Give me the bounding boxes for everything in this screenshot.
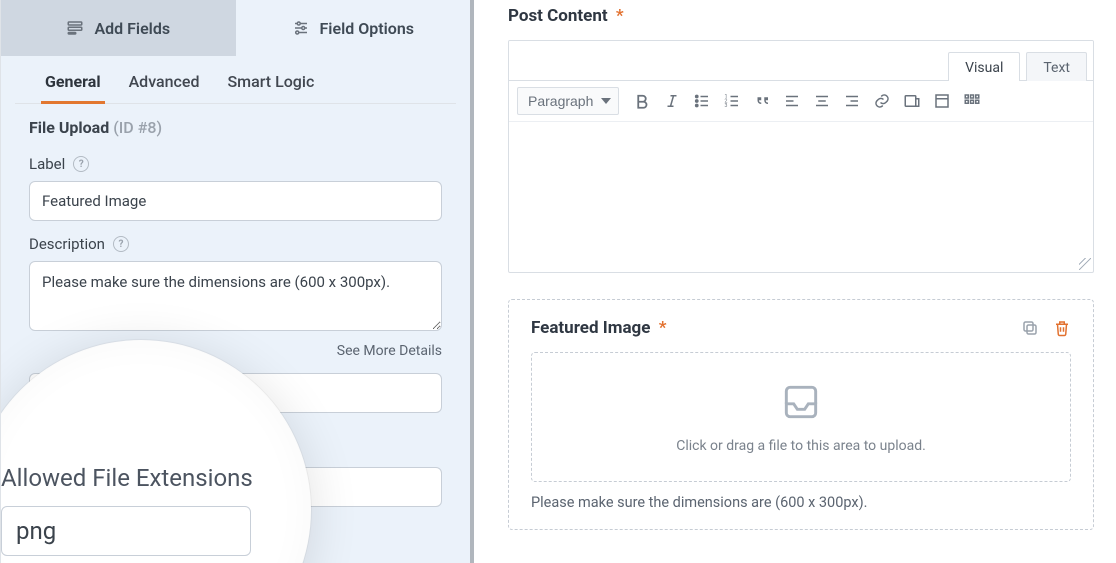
see-more-details-link[interactable]: See More Details	[29, 343, 442, 359]
field-id: (ID #8)	[113, 118, 162, 137]
number-list-icon[interactable]: 123	[719, 88, 745, 114]
help-icon[interactable]: ?	[73, 156, 89, 172]
tab-field-options-label: Field Options	[320, 19, 414, 38]
svg-text:3: 3	[725, 103, 728, 109]
tab-field-options[interactable]: Field Options	[236, 0, 471, 56]
featured-image-title: Featured Image *	[531, 318, 666, 338]
tab-add-fields-label: Add Fields	[94, 19, 170, 38]
duplicate-icon[interactable]	[1021, 319, 1039, 337]
featured-image-label: Featured Image	[531, 318, 650, 338]
editor-toolbar: Paragraph 123	[509, 81, 1093, 122]
tab-add-fields[interactable]: Add Fields	[1, 0, 236, 56]
align-right-icon[interactable]	[839, 88, 865, 114]
sub-tab-smart-logic[interactable]: Smart Logic	[225, 64, 316, 103]
builder-sidebar: Add Fields Field Options General Advance…	[0, 0, 474, 563]
bullet-list-icon[interactable]	[689, 88, 715, 114]
post-content-heading: Post Content *	[508, 6, 1094, 26]
required-asterisk: *	[659, 318, 667, 338]
extra-input[interactable]	[29, 467, 442, 507]
help-icon[interactable]: ?	[113, 236, 129, 252]
description-heading-row: Description ?	[29, 235, 442, 253]
form-preview: Post Content * Visual Text Paragraph 123	[474, 0, 1116, 563]
field-options-icon	[292, 19, 310, 37]
description-heading: Description	[29, 235, 105, 253]
featured-image-field-block[interactable]: Featured Image * Click or drag	[508, 299, 1094, 530]
toolbar-toggle-icon[interactable]	[959, 88, 985, 114]
field-description-input[interactable]	[29, 261, 442, 331]
label-heading-row: Label ?	[29, 155, 442, 173]
bold-icon[interactable]	[629, 88, 655, 114]
format-select[interactable]: Paragraph	[517, 87, 619, 115]
editor-tabs: Visual Text	[509, 41, 1093, 81]
featured-image-header: Featured Image *	[531, 318, 1071, 338]
label-heading: Label	[29, 155, 65, 173]
sidebar-sub-tabs: General Advanced Smart Logic	[15, 56, 456, 104]
post-content-label: Post Content	[508, 6, 608, 26]
rich-text-editor: Visual Text Paragraph 123	[508, 40, 1094, 273]
required-asterisk: *	[616, 6, 624, 26]
editor-tab-text[interactable]: Text	[1026, 52, 1087, 81]
sub-tab-advanced[interactable]: Advanced	[127, 64, 202, 103]
app-root: Add Fields Field Options General Advance…	[0, 0, 1116, 563]
field-type-heading: File Upload (ID #8)	[29, 118, 442, 137]
editor-tab-visual[interactable]: Visual	[948, 52, 1020, 81]
inbox-icon	[779, 380, 823, 424]
field-options-body: File Upload (ID #8) Label ? Description …	[1, 104, 470, 563]
format-select-wrap[interactable]: Paragraph	[517, 87, 619, 115]
fullscreen-icon[interactable]	[929, 88, 955, 114]
add-fields-icon	[66, 19, 84, 37]
file-upload-dropzone[interactable]: Click or drag a file to this area to upl…	[531, 352, 1071, 482]
sub-tab-general[interactable]: General	[43, 64, 103, 103]
link-icon[interactable]	[869, 88, 895, 114]
allowed-extensions-input-real[interactable]	[29, 373, 442, 413]
delete-icon[interactable]	[1053, 319, 1071, 337]
field-actions	[1021, 319, 1071, 337]
align-center-icon[interactable]	[809, 88, 835, 114]
insert-media-icon[interactable]	[899, 88, 925, 114]
italic-icon[interactable]	[659, 88, 685, 114]
resize-grip-icon[interactable]	[1079, 258, 1091, 270]
editor-content-area[interactable]	[509, 122, 1093, 272]
align-left-icon[interactable]	[779, 88, 805, 114]
featured-image-description: Please make sure the dimensions are (600…	[531, 494, 1071, 511]
blockquote-icon[interactable]	[749, 88, 775, 114]
field-label-input[interactable]	[29, 181, 442, 221]
field-type-name: File Upload	[29, 118, 109, 137]
dropzone-text: Click or drag a file to this area to upl…	[676, 438, 926, 454]
sidebar-top-tabs: Add Fields Field Options	[1, 0, 470, 56]
